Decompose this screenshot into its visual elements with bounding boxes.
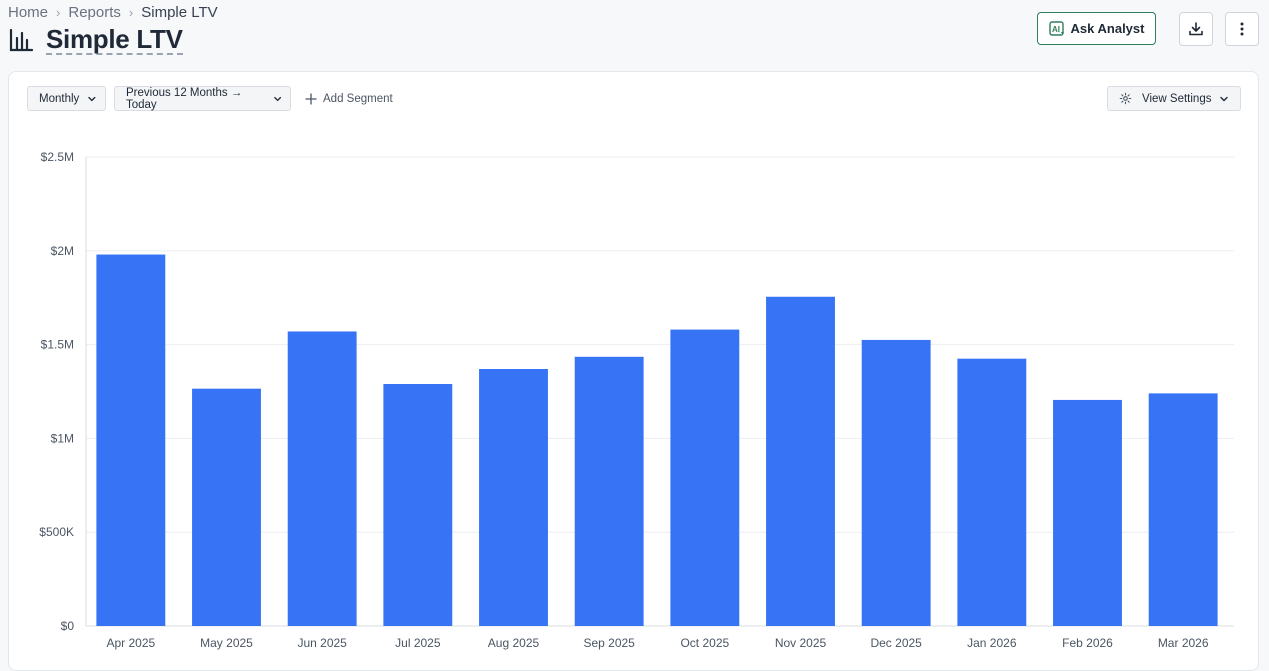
y-tick-label: $1.5M: [41, 338, 74, 352]
bar: [479, 368, 548, 626]
x-tick-label: Oct 2025: [680, 636, 729, 650]
x-tick-label: Aug 2025: [488, 636, 540, 650]
y-tick-label: $2.5M: [41, 150, 74, 164]
bar: [287, 331, 357, 626]
bar: [574, 356, 644, 626]
x-tick-label: Mar 2026: [1158, 636, 1209, 650]
bar: [766, 296, 835, 626]
x-tick-label: Dec 2025: [870, 636, 922, 650]
x-tick-label: Jun 2025: [297, 636, 347, 650]
x-tick-label: Apr 2025: [106, 636, 155, 650]
bar: [670, 329, 740, 626]
bar: [957, 358, 1027, 626]
ltv-bar-chart: $0 $500K $1M $1.5M $2M $2.5M Apr 2025 May 2025 J…: [39, 150, 1234, 650]
x-tick-label: May 2025: [200, 636, 253, 650]
bar: [1053, 399, 1122, 626]
x-tick-label: Nov 2025: [775, 636, 827, 650]
x-tick-label: Feb 2026: [1062, 636, 1113, 650]
bar: [383, 383, 453, 626]
bar: [861, 339, 931, 626]
x-tick-label: Sep 2025: [583, 636, 635, 650]
y-tick-label: $0: [61, 619, 75, 633]
y-tick-label: $1M: [51, 431, 74, 445]
x-tick-label: Jul 2025: [395, 636, 441, 650]
bar: [96, 254, 166, 626]
bar: [192, 388, 261, 626]
x-tick-label: Jan 2026: [967, 636, 1017, 650]
bar: [1148, 393, 1218, 626]
y-tick-label: $2M: [51, 244, 74, 258]
y-tick-label: $500K: [39, 525, 74, 539]
